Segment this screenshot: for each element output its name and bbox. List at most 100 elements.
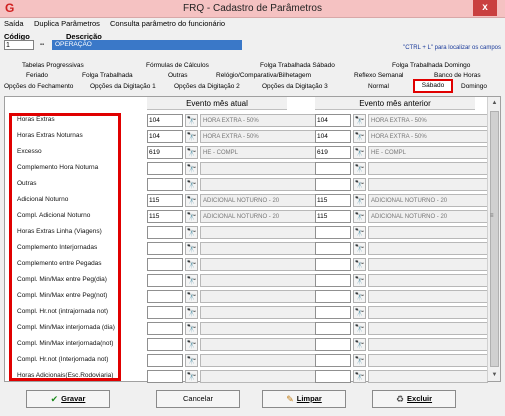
previous-event-code-input[interactable]: [315, 354, 351, 367]
previous-event-code-input[interactable]: [315, 338, 351, 351]
code-input[interactable]: 1: [4, 40, 34, 50]
tab-feriado[interactable]: Feriado: [26, 72, 48, 79]
tab-opcoes-digitacao-3[interactable]: Opções da Digitação 3: [262, 83, 328, 90]
previous-binoculars-icon[interactable]: 🔭: [353, 306, 366, 319]
previous-event-code-input[interactable]: 115: [315, 194, 351, 207]
previous-event-code-input[interactable]: [315, 306, 351, 319]
current-binoculars-icon[interactable]: 🔭: [185, 162, 198, 175]
previous-event-code-input[interactable]: [315, 178, 351, 191]
previous-event-code-input[interactable]: [315, 322, 351, 335]
close-button[interactable]: x: [473, 0, 497, 16]
current-binoculars-icon[interactable]: 🔭: [185, 210, 198, 223]
current-event-code-input[interactable]: [147, 274, 183, 287]
previous-binoculars-icon[interactable]: 🔭: [353, 338, 366, 351]
current-binoculars-icon[interactable]: 🔭: [185, 274, 198, 287]
current-event-code-input[interactable]: [147, 226, 183, 239]
save-button[interactable]: ✔ Gravar: [26, 390, 110, 408]
current-event-code-input[interactable]: [147, 162, 183, 175]
current-binoculars-icon[interactable]: 🔭: [185, 130, 198, 143]
current-binoculars-icon[interactable]: 🔭: [185, 258, 198, 271]
current-event-code-input[interactable]: 104: [147, 114, 183, 127]
current-binoculars-icon[interactable]: 🔭: [185, 322, 198, 335]
code-lookup-icon[interactable]: ▪▪: [36, 40, 48, 50]
current-event-code-input[interactable]: [147, 322, 183, 335]
clear-button[interactable]: ✎ Limpar: [262, 390, 346, 408]
current-binoculars-icon[interactable]: 🔭: [185, 290, 198, 303]
tab-relogio-comparativa[interactable]: Relógio/Comparativa/Bilhetagem: [216, 72, 311, 79]
previous-binoculars-icon[interactable]: 🔭: [353, 226, 366, 239]
scroll-down-icon[interactable]: ▼: [488, 369, 501, 381]
current-event-code-input[interactable]: 104: [147, 130, 183, 143]
menu-duplica-parametros[interactable]: Duplica Parâmetros: [34, 19, 100, 28]
current-binoculars-icon[interactable]: 🔭: [185, 114, 198, 127]
current-event-code-input[interactable]: 115: [147, 210, 183, 223]
previous-binoculars-icon[interactable]: 🔭: [353, 146, 366, 159]
delete-button[interactable]: ♻ Excluir: [372, 390, 456, 408]
current-binoculars-icon[interactable]: 🔭: [185, 306, 198, 319]
tab-banco-de-horas[interactable]: Banco de Horas: [434, 72, 481, 79]
previous-binoculars-icon[interactable]: 🔭: [353, 258, 366, 271]
previous-event-code-input[interactable]: [315, 242, 351, 255]
tab-folga-trabalhada-domingo[interactable]: Folga Trabalhada Domingo: [392, 62, 470, 69]
previous-binoculars-icon[interactable]: 🔭: [353, 130, 366, 143]
current-event-code-input[interactable]: [147, 306, 183, 319]
tab-folga-trabalhada[interactable]: Folga Trabalhada: [82, 72, 133, 79]
previous-event-code-input[interactable]: 115: [315, 210, 351, 223]
tab-normal[interactable]: Normal: [368, 83, 389, 90]
current-event-code-input[interactable]: [147, 258, 183, 271]
current-event-code-input[interactable]: [147, 290, 183, 303]
current-event-code-input[interactable]: [147, 242, 183, 255]
menu-consulta-parametro[interactable]: Consulta parâmetro do funcionário: [110, 19, 225, 28]
vertical-scrollbar[interactable]: ▲ ≡ ▼: [487, 97, 500, 381]
previous-binoculars-icon[interactable]: 🔭: [353, 354, 366, 367]
tab-sabado[interactable]: Sábado: [413, 79, 453, 93]
current-binoculars-icon[interactable]: 🔭: [185, 354, 198, 367]
current-event-code-input[interactable]: 619: [147, 146, 183, 159]
current-binoculars-icon[interactable]: 🔭: [185, 338, 198, 351]
previous-event-code-input[interactable]: [315, 162, 351, 175]
current-event-code-input[interactable]: [147, 370, 183, 383]
tab-domingo[interactable]: Domingo: [461, 83, 487, 90]
previous-event-code-input[interactable]: [315, 290, 351, 303]
previous-event-code-input[interactable]: 619: [315, 146, 351, 159]
current-binoculars-icon[interactable]: 🔭: [185, 178, 198, 191]
description-input[interactable]: OPERAÇÃO: [52, 40, 242, 50]
current-binoculars-icon[interactable]: 🔭: [185, 242, 198, 255]
scroll-thumb[interactable]: [490, 111, 499, 367]
previous-binoculars-icon[interactable]: 🔭: [353, 194, 366, 207]
previous-event-code-input[interactable]: 104: [315, 114, 351, 127]
previous-binoculars-icon[interactable]: 🔭: [353, 242, 366, 255]
previous-event-code-input[interactable]: 104: [315, 130, 351, 143]
previous-event-code-input[interactable]: [315, 258, 351, 271]
tab-opcoes-fechamento[interactable]: Opções do Fechamento: [4, 83, 73, 90]
tab-formulas-calculos[interactable]: Fórmulas de Cálculos: [146, 62, 209, 69]
previous-binoculars-icon[interactable]: 🔭: [353, 210, 366, 223]
previous-binoculars-icon[interactable]: 🔭: [353, 290, 366, 303]
previous-binoculars-icon[interactable]: 🔭: [353, 370, 366, 383]
previous-binoculars-icon[interactable]: 🔭: [353, 274, 366, 287]
tab-opcoes-digitacao-2[interactable]: Opções da Digitação 2: [174, 83, 240, 90]
current-event-code-input[interactable]: [147, 338, 183, 351]
previous-binoculars-icon[interactable]: 🔭: [353, 322, 366, 335]
current-event-code-input[interactable]: 115: [147, 194, 183, 207]
tab-folga-trabalhada-sabado[interactable]: Folga Trabalhada Sábado: [260, 62, 335, 69]
previous-binoculars-icon[interactable]: 🔭: [353, 162, 366, 175]
menu-saida[interactable]: Saída: [4, 19, 24, 28]
previous-event-code-input[interactable]: [315, 226, 351, 239]
previous-event-code-input[interactable]: [315, 274, 351, 287]
current-binoculars-icon[interactable]: 🔭: [185, 370, 198, 383]
scroll-up-icon[interactable]: ▲: [488, 97, 501, 109]
tab-opcoes-digitacao-1[interactable]: Opções da Digitação 1: [90, 83, 156, 90]
current-event-code-input[interactable]: [147, 178, 183, 191]
previous-event-code-input[interactable]: [315, 370, 351, 383]
tab-reflexo-semanal[interactable]: Reflexo Semanal: [354, 72, 404, 79]
current-binoculars-icon[interactable]: 🔭: [185, 226, 198, 239]
cancel-button[interactable]: Cancelar: [156, 390, 240, 408]
tab-tabelas-progressivas[interactable]: Tabelas Progressivas: [22, 62, 84, 69]
tab-outras[interactable]: Outras: [168, 72, 188, 79]
current-event-code-input[interactable]: [147, 354, 183, 367]
previous-binoculars-icon[interactable]: 🔭: [353, 178, 366, 191]
current-binoculars-icon[interactable]: 🔭: [185, 194, 198, 207]
current-binoculars-icon[interactable]: 🔭: [185, 146, 198, 159]
previous-binoculars-icon[interactable]: 🔭: [353, 114, 366, 127]
